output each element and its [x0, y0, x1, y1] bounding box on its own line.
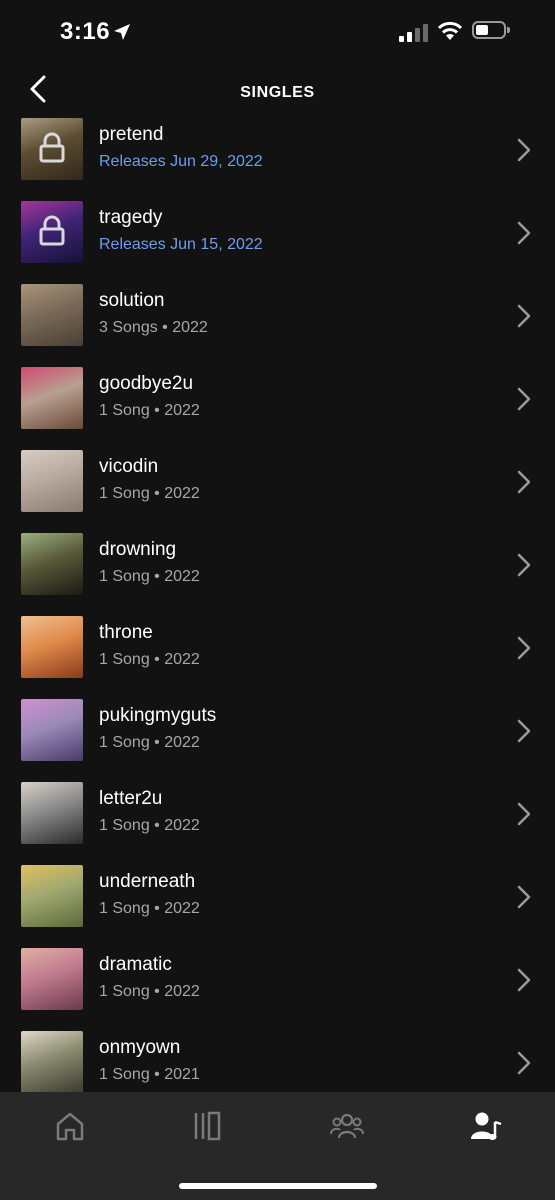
singles-list[interactable]: pretend Releases Jun 29, 2022 tragedy Re… — [0, 116, 555, 1092]
home-icon[interactable] — [54, 1110, 86, 1142]
single-subtitle: Releases Jun 29, 2022 — [99, 153, 263, 170]
single-row[interactable]: onmyown 1 Song • 2021 — [0, 1029, 555, 1092]
single-artwork — [21, 533, 83, 595]
single-subtitle: 1 Song • 2022 — [99, 402, 200, 419]
chevron-right-icon — [517, 304, 531, 328]
single-row[interactable]: solution 3 Songs • 2022 — [0, 282, 555, 365]
chevron-right-icon — [517, 802, 531, 826]
single-artwork — [21, 948, 83, 1010]
single-artwork — [21, 782, 83, 844]
single-row[interactable]: underneath 1 Song • 2022 — [0, 863, 555, 946]
single-artwork — [21, 201, 83, 263]
artist-profile-icon[interactable] — [469, 1110, 503, 1142]
chevron-right-icon — [517, 221, 531, 245]
single-subtitle: 1 Song • 2022 — [99, 568, 200, 585]
single-subtitle: 1 Song • 2022 — [99, 817, 200, 834]
chevron-right-icon — [517, 719, 531, 743]
single-title: drowning — [99, 539, 177, 560]
single-artwork — [21, 450, 83, 512]
single-title: onmyown — [99, 1037, 181, 1058]
lock-icon — [39, 132, 65, 163]
single-title: tragedy — [99, 207, 163, 228]
chevron-right-icon — [517, 553, 531, 577]
location-arrow-icon — [114, 24, 130, 40]
single-subtitle: 1 Song • 2022 — [99, 734, 200, 751]
single-row[interactable]: goodbye2u 1 Song • 2022 — [0, 365, 555, 448]
single-subtitle: 1 Song • 2022 — [99, 651, 200, 668]
single-row[interactable]: throne 1 Song • 2022 — [0, 614, 555, 697]
cellular-signal-icon — [399, 24, 429, 42]
single-subtitle: 1 Song • 2022 — [99, 900, 200, 917]
single-subtitle: 3 Songs • 2022 — [99, 319, 208, 336]
single-row[interactable]: pukingmyguts 1 Song • 2022 — [0, 697, 555, 780]
single-artwork — [21, 865, 83, 927]
status-bar: 3:16 — [0, 0, 555, 66]
single-row[interactable]: dramatic 1 Song • 2022 — [0, 946, 555, 1029]
single-row[interactable]: tragedy Releases Jun 15, 2022 — [0, 199, 555, 282]
single-title: pretend — [99, 124, 164, 145]
lock-icon — [39, 215, 65, 246]
single-artwork — [21, 616, 83, 678]
chevron-right-icon — [517, 885, 531, 909]
battery-icon — [472, 21, 510, 39]
chevron-right-icon — [517, 138, 531, 162]
single-row[interactable]: pretend Releases Jun 29, 2022 — [0, 116, 555, 199]
single-artwork — [21, 699, 83, 761]
page-title: SINGLES — [240, 84, 315, 101]
single-title: pukingmyguts — [99, 705, 217, 726]
single-title: throne — [99, 622, 153, 643]
single-subtitle: 1 Song • 2022 — [99, 983, 200, 1000]
single-title: goodbye2u — [99, 373, 194, 394]
home-indicator[interactable] — [179, 1183, 377, 1189]
single-row[interactable]: letter2u 1 Song • 2022 — [0, 780, 555, 863]
status-time: 3:16 — [60, 18, 111, 45]
library-icon[interactable] — [192, 1110, 224, 1142]
single-title: underneath — [99, 871, 196, 892]
single-subtitle: Releases Jun 15, 2022 — [99, 236, 263, 253]
chevron-right-icon — [517, 1051, 531, 1075]
chevron-right-icon — [517, 636, 531, 660]
single-title: letter2u — [99, 788, 163, 809]
single-subtitle: 1 Song • 2022 — [99, 485, 200, 502]
chevron-right-icon — [517, 387, 531, 411]
single-title: vicodin — [99, 456, 159, 477]
single-artwork — [21, 118, 83, 180]
chevron-right-icon — [517, 968, 531, 992]
single-artwork — [21, 284, 83, 346]
single-artwork — [21, 367, 83, 429]
single-title: dramatic — [99, 954, 172, 975]
wifi-icon — [437, 21, 463, 40]
single-row[interactable]: vicodin 1 Song • 2022 — [0, 448, 555, 531]
single-subtitle: 1 Song • 2021 — [99, 1066, 200, 1083]
people-icon[interactable] — [329, 1110, 365, 1142]
single-artwork — [21, 1031, 83, 1092]
single-row[interactable]: drowning 1 Song • 2022 — [0, 531, 555, 614]
chevron-right-icon — [517, 470, 531, 494]
single-title: solution — [99, 290, 165, 311]
